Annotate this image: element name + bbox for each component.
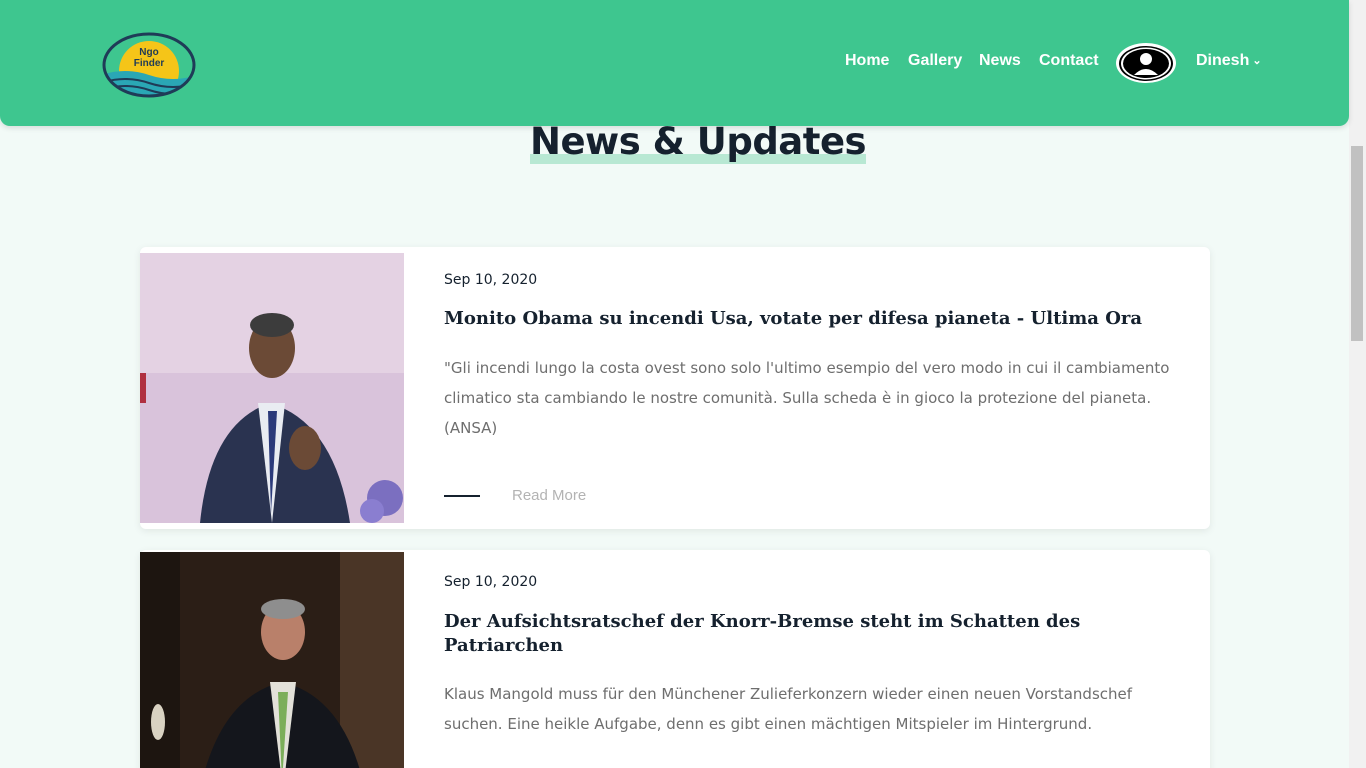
news-card: Sep 10, 2020 Der Aufsichtsratschef der K… [140,550,1210,768]
user-menu[interactable]: Dinesh ⌄ [1196,52,1262,70]
user-avatar-icon [1119,45,1173,81]
main-nav: Home Gallery News Contact Dinesh ⌄ [0,0,1349,126]
nav-news[interactable]: News [979,52,1021,70]
user-name-label: Dinesh [1196,52,1250,69]
news-title[interactable]: Monito Obama su incendi Usa, votate per … [444,307,1184,331]
nav-gallery[interactable]: Gallery [908,52,962,70]
site-header: Ngo Finder Home Gallery News Contact Din… [0,0,1349,126]
news-title[interactable]: Der Aufsichtsratschef der Knorr-Bremse s… [444,610,1184,658]
news-image[interactable] [140,253,404,523]
nav-home[interactable]: Home [845,52,889,70]
read-more-divider [444,495,480,497]
scrollbar-track[interactable] [1349,0,1366,768]
user-avatar[interactable] [1116,43,1176,83]
news-excerpt: "Gli incendi lungo la costa ovest sono s… [444,359,1170,437]
news-card: Sep 10, 2020 Monito Obama su incendi Usa… [140,247,1210,529]
news-date: Sep 10, 2020 [444,272,538,288]
news-date: Sep 10, 2020 [444,574,538,590]
chevron-down-icon: ⌄ [1252,55,1262,67]
page-title: News & Updates [530,120,867,164]
read-more-link[interactable]: Read More [512,487,586,504]
nav-contact[interactable]: Contact [1039,52,1099,70]
news-image[interactable] [140,552,404,768]
page-title-text: News & Updates [530,120,867,163]
news-excerpt: Klaus Mangold muss für den Münchener Zul… [444,685,1133,733]
scrollbar-thumb[interactable] [1351,146,1363,341]
